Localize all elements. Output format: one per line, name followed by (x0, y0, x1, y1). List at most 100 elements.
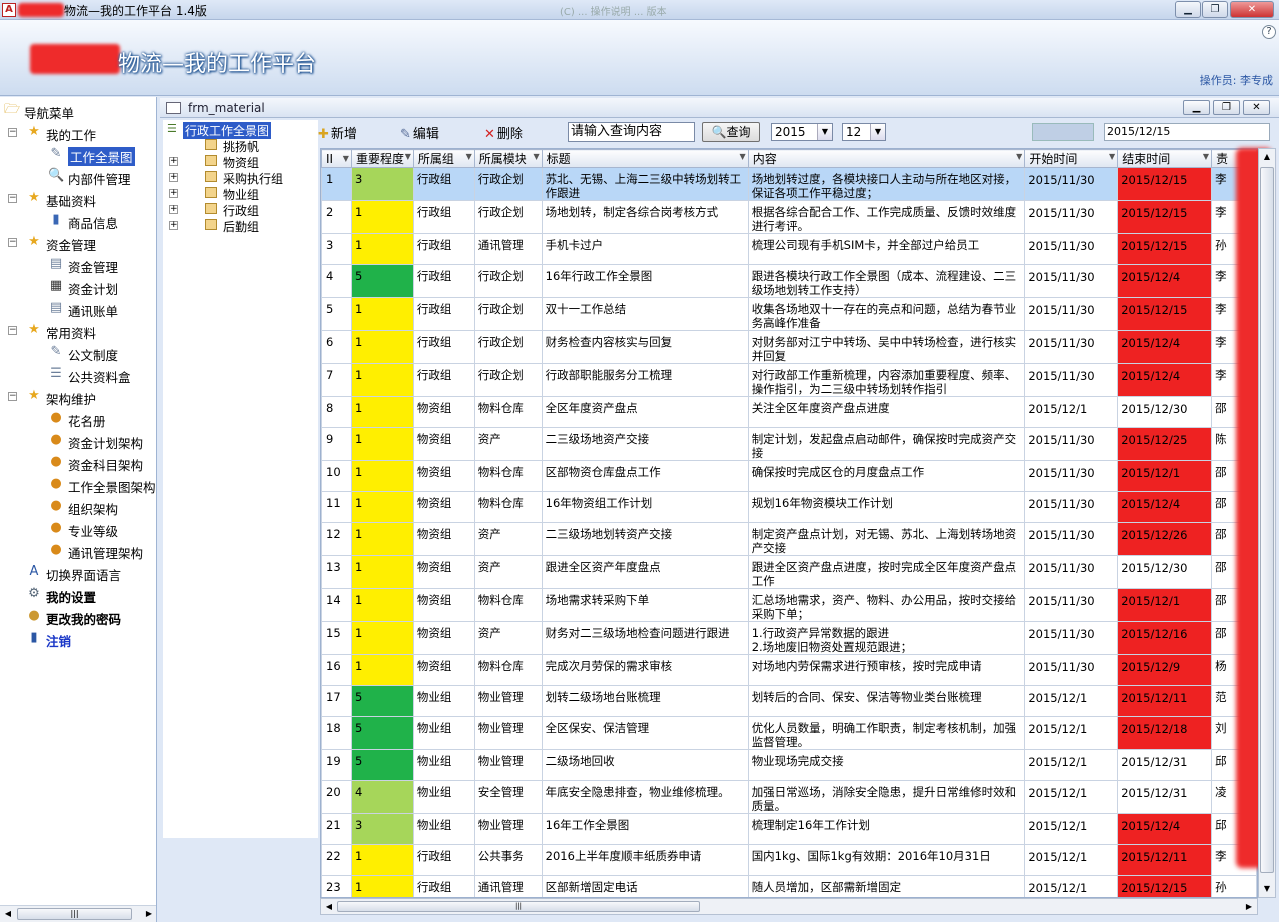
cell-id[interactable]: 7 (321, 363, 352, 397)
cell-content[interactable]: 制定资产盘点计划，对无锡、苏北、上海划转场地资产交接 (747, 522, 1026, 556)
cell-id[interactable]: 15 (321, 621, 352, 655)
cell-module[interactable]: 物业管理 (473, 685, 543, 717)
form-restore-button[interactable]: ❐ (1213, 100, 1240, 115)
cell-imp[interactable]: 4 (350, 780, 414, 814)
cell-imp[interactable]: 1 (350, 200, 414, 234)
nav-item[interactable]: ▮ 商品信息 (0, 210, 156, 232)
chevron-down-icon[interactable]: ▼ (870, 124, 885, 140)
cell-end[interactable]: 2015/12/16 (1117, 621, 1213, 655)
cell-title[interactable]: 完成次月劳保的需求审核 (541, 654, 749, 686)
table-row[interactable]: 13 1 物资组 资产 跟进全区资产年度盘点 跟进全区资产盘点进度，按时完成全区年度资产盘… (321, 555, 1257, 589)
scroll-thumb[interactable]: ||| (337, 901, 700, 912)
cell-title[interactable]: 双十一工作总结 (541, 297, 749, 331)
cell-content[interactable]: 梳理制定16年工作计划 (747, 813, 1026, 845)
cell-module[interactable]: 公共事务 (473, 844, 543, 876)
cell-start[interactable]: 2015/11/30 (1024, 460, 1119, 492)
delete-button[interactable]: ✕ 删除 (484, 123, 523, 142)
cell-group[interactable]: 行政组 (412, 264, 475, 298)
table-row[interactable]: 8 1 物资组 物料仓库 全区年度资产盘点 关注全区年度资产盘点进度 2015/12/1 20… (321, 396, 1257, 428)
cell-group[interactable]: 物资组 (412, 588, 475, 622)
table-row[interactable]: 10 1 物资组 物料仓库 区部物资仓库盘点工作 确保按时完成区仓的月度盘点工作 2015/… (321, 460, 1257, 492)
expand-icon[interactable]: + (169, 205, 178, 214)
nav-item[interactable]: ● 工作全景图架构 (0, 474, 156, 496)
cell-title[interactable]: 区部新增固定电话 (541, 875, 749, 897)
cell-content[interactable]: 跟进各模块行政工作全景图（成本、流程建设、二三级场地划转工作支持） (747, 264, 1026, 298)
cell-title[interactable]: 16年物资组工作计划 (541, 491, 749, 523)
cell-group[interactable]: 行政组 (412, 330, 475, 364)
cell-module[interactable]: 物料仓库 (473, 491, 543, 523)
expand-icon[interactable]: + (169, 157, 178, 166)
cell-title[interactable]: 财务对二三级场地检查问题进行跟进 (541, 621, 749, 655)
filter-box[interactable] (1032, 123, 1094, 141)
cell-content[interactable]: 制定计划，发起盘点启动邮件，确保按时完成资产交接 (747, 427, 1026, 461)
table-row[interactable]: 2 1 行政组 行政企划 场地划转，制定各综合岗考核方式 根据各综合配合工作、工作完成质量… (321, 200, 1257, 234)
table-row[interactable]: 19 5 物业组 物业管理 二级场地回收 物业现场完成交接 2015/12/1 2015/12… (321, 749, 1257, 781)
table-row[interactable]: 6 1 行政组 行政企划 财务检查内容核实与回复 对财务部对江宁中转场、吴中中转场检查，进… (321, 330, 1257, 364)
cell-start[interactable]: 2015/11/30 (1024, 588, 1119, 622)
cell-title[interactable]: 全区年度资产盘点 (541, 396, 749, 428)
cell-imp[interactable]: 5 (350, 685, 414, 717)
cell-title[interactable]: 场地划转，制定各综合岗考核方式 (541, 200, 749, 234)
cell-id[interactable]: 18 (321, 716, 352, 750)
cell-content[interactable]: 物业现场完成交接 (747, 749, 1026, 781)
cell-start[interactable]: 2015/11/30 (1024, 522, 1119, 556)
cell-title[interactable]: 划转二级场地台账梳理 (541, 685, 749, 717)
cell-content[interactable]: 对财务部对江宁中转场、吴中中转场检查，进行核实并回复 (747, 330, 1026, 364)
column-header[interactable]: ▼ 内容 (747, 149, 1026, 168)
cell-group[interactable]: 物业组 (412, 716, 475, 750)
collapse-icon[interactable]: − (8, 392, 17, 401)
cell-content[interactable]: 汇总场地需求，资产、物料、办公用品，按时交接给采购下单； (747, 588, 1026, 622)
help-icon[interactable]: ? (1262, 25, 1276, 39)
cell-end[interactable]: 2015/12/25 (1117, 427, 1213, 461)
nav-item[interactable]: − ★ 常用资料 (0, 320, 156, 342)
cell-start[interactable]: 2015/11/30 (1024, 621, 1119, 655)
cell-group[interactable]: 物资组 (412, 427, 475, 461)
table-row[interactable]: 3 1 行政组 通讯管理 手机卡过户 梳理公司现有手机SIM卡，并全部过户给员工 2015/… (321, 233, 1257, 265)
cell-imp[interactable]: 1 (350, 844, 414, 876)
column-header[interactable]: ▼ 标题 (541, 149, 749, 168)
cell-end[interactable]: 2015/12/11 (1117, 844, 1213, 876)
cell-end[interactable]: 2015/12/30 (1117, 555, 1213, 589)
cell-content[interactable]: 1.行政资产异常数据的跟进 2.场地废旧物资处置规范跟进； (747, 621, 1026, 655)
cell-module[interactable]: 物料仓库 (473, 588, 543, 622)
cell-content[interactable]: 规划16年物资模块工作计划 (747, 491, 1026, 523)
cell-module[interactable]: 资产 (473, 522, 543, 556)
form-close-button[interactable]: ✕ (1243, 100, 1270, 115)
cell-content[interactable]: 对行政部工作重新梳理，内容添加重要程度、频率、操作指引，为二三级中转场划转作指引 (747, 363, 1026, 397)
filter-dropdown-icon[interactable]: ▼ (466, 152, 472, 161)
cell-end[interactable]: 2015/12/1 (1117, 588, 1213, 622)
cell-id[interactable]: 17 (321, 685, 352, 717)
scroll-up-arrow-icon[interactable]: ▲ (1261, 150, 1273, 164)
cell-title[interactable]: 2016上半年度顺丰纸质券申请 (541, 844, 749, 876)
filter-dropdown-icon[interactable]: ▼ (1203, 152, 1209, 161)
cell-imp[interactable]: 5 (350, 749, 414, 781)
nav-item[interactable]: ☰ 公共资料盒 (0, 364, 156, 386)
expand-icon[interactable]: + (169, 189, 178, 198)
search-input[interactable]: 请输入查询内容 (568, 122, 695, 142)
cell-start[interactable]: 2015/12/1 (1024, 875, 1119, 897)
cell-group[interactable]: 物资组 (412, 460, 475, 492)
table-row[interactable]: 20 4 物业组 安全管理 年底安全隐患排查，物业维修梳理。 加强日常巡场，消除安全隐患，… (321, 780, 1257, 814)
cell-start[interactable]: 2015/12/1 (1024, 396, 1119, 428)
cell-start[interactable]: 2015/12/1 (1024, 813, 1119, 845)
table-row[interactable]: 1 3 行政组 行政企划 苏北、无锡、上海二三级中转场划转工作跟进 场地划转过度，各模块接… (321, 167, 1257, 201)
table-row[interactable]: 7 1 行政组 行政企划 行政部职能服务分工梳理 对行政部工作重新梳理，内容添加重要程度、… (321, 363, 1257, 397)
cell-end[interactable]: 2015/12/9 (1117, 654, 1213, 686)
cell-end[interactable]: 2015/12/1 (1117, 460, 1213, 492)
cell-end[interactable]: 2015/12/26 (1117, 522, 1213, 556)
form-minimize-button[interactable]: ▁ (1183, 100, 1210, 115)
nav-item[interactable]: − ★ 架构维护 (0, 386, 156, 408)
month-select[interactable]: 12 ▼ (842, 123, 886, 141)
cell-content[interactable]: 确保按时完成区仓的月度盘点工作 (747, 460, 1026, 492)
cell-start[interactable]: 2015/11/30 (1024, 200, 1119, 234)
table-row[interactable]: 15 1 物资组 资产 财务对二三级场地检查问题进行跟进 1.行政资产异常数据的跟进 2.… (321, 621, 1257, 655)
column-header[interactable]: ▼ 开始时间 (1024, 149, 1119, 168)
cell-group[interactable]: 行政组 (412, 844, 475, 876)
nav-item[interactable]: ▦ 资金计划 (0, 276, 156, 298)
cell-module[interactable]: 行政企划 (473, 264, 543, 298)
nav-root[interactable]: 🗁 导航菜单 (0, 100, 156, 122)
cell-module[interactable]: 物料仓库 (473, 460, 543, 492)
cell-module[interactable]: 资产 (473, 621, 543, 655)
cell-end[interactable]: 2015/12/18 (1117, 716, 1213, 750)
cell-end[interactable]: 2015/12/4 (1117, 491, 1213, 523)
